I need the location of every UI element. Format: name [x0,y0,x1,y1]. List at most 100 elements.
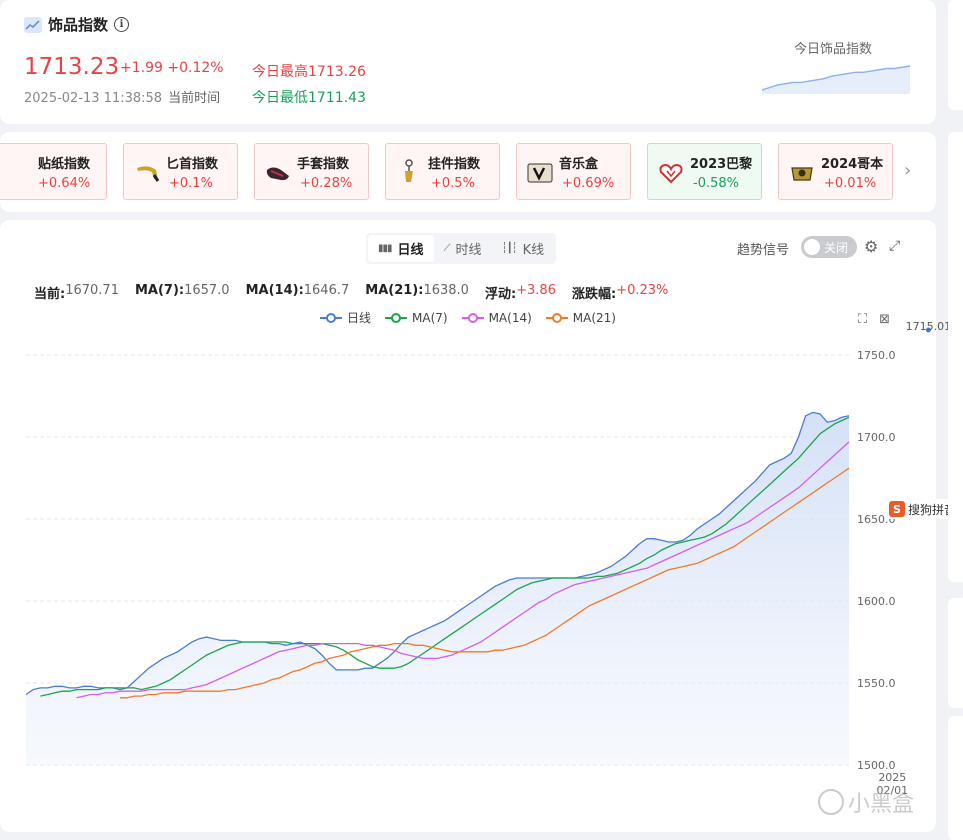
chart-tools: ⛶ ⊠ [858,312,890,327]
tab-kline[interactable]: ┆┃┆ K线 [492,235,555,262]
candlestick-icon: ┆┃┆ [501,243,518,254]
category-card-music-kit[interactable]: 音乐盒 +0.69% [516,143,631,200]
peak-label: 1715.01 [906,320,952,333]
x-tick-label: 2025 [878,771,906,784]
stat-label: 浮动: [484,287,517,302]
price-change-value: +1.99 [120,60,163,76]
timestamp-row: 2025-02-13 11:38:58 当前时间 [24,87,220,106]
tab-label: 时线 [455,243,482,258]
category-card-copenhagen-2024[interactable]: 2024哥本 +0.01% [778,143,893,200]
paris-2023-icon [658,162,684,184]
category-pct: -0.58% [693,176,739,191]
category-pct: +0.1% [169,176,213,191]
legend-marker [545,312,568,323]
index-header-card: 饰品指数 i 1713.23 +1.99 +0.12% 2025-02-13 1… [0,0,936,124]
zoom-reset-icon[interactable]: ⊠ [879,312,890,327]
chart-legend: 日线 MA(7) MA(14) MA(21) [320,309,616,326]
stat-ma14: 1646.7 [303,283,350,298]
legend-item[interactable]: 日线 [320,309,371,326]
category-pct: +0.5% [431,176,475,191]
category-card-paris-2023[interactable]: 2023巴黎 -0.58% [647,143,762,200]
category-pct: +0.64% [38,176,91,191]
category-card-sticker[interactable]: 贴纸指数 +0.64% [0,143,107,200]
y-tick-label: 1750.0 [857,349,896,362]
category-card-glove[interactable]: 手套指数 +0.28% [254,143,369,200]
chart-stats-row: 当前: 1670.71 MA(7): 1657.0 MA(14): 1646.7… [34,283,684,302]
legend-item[interactable]: MA(14) [461,309,532,326]
legend-label: MA(21) [572,310,616,325]
legend-marker [461,312,484,323]
legend-item[interactable]: MA(21) [545,309,616,326]
legend-marker [385,312,408,323]
stat-label: MA(21): [365,283,424,298]
copenhagen-2024-icon [789,162,815,184]
index-title: 饰品指数 [48,16,109,34]
stat-label: 涨跌幅: [571,287,617,302]
chevron-right-icon[interactable]: › [904,160,911,181]
series-area [26,412,849,765]
chart-trend-icon [24,16,42,33]
watermark-text: 小黑盒 [848,792,915,817]
current-price: 1713.23 [24,54,120,80]
glove-icon [265,162,291,184]
music-kit-icon [527,162,553,184]
category-card-knife[interactable]: 匕首指数 +0.1% [123,143,238,200]
category-name: 匕首指数 [166,157,219,172]
line-chart-icon: ⟋ [443,243,451,254]
gear-icon[interactable]: ⚙ [864,237,878,256]
stat-ma21: 1638.0 [423,283,469,298]
watermark-logo-icon [818,789,844,815]
trend-signal-toggle[interactable]: 关闭 [801,236,857,258]
mini-index-chart [761,65,911,94]
zoom-area-icon[interactable]: ⛶ [858,312,867,327]
side-panel-edge [948,132,963,582]
today-low: 今日最低1711.43 [252,90,366,106]
side-panel-edge [948,0,963,110]
price-change: +1.99 +0.12% [120,60,224,76]
price-change-pct: +0.12% [167,60,224,76]
tab-daily[interactable]: ▮▮▮ 日线 [368,235,434,262]
timestamp: 2025-02-13 11:38:58 [24,91,163,106]
category-name: 挂件指数 [428,157,481,172]
stat-pct: +0.23% [616,283,669,298]
category-pct: +0.01% [824,176,877,191]
category-name: 2024哥本 [821,157,884,172]
category-card-charm[interactable]: 挂件指数 +0.5% [385,143,500,200]
ime-logo-icon: S [889,501,905,517]
knife-icon [134,162,160,184]
info-icon[interactable]: i [114,17,130,32]
category-name: 贴纸指数 [38,157,91,172]
trend-signal-label: 趋势信号 [737,243,790,258]
bar-chart-icon: ▮▮▮ [378,243,392,254]
stat-label: 当前: [34,287,66,302]
category-pct: +0.69% [562,176,615,191]
today-high: 今日最高1713.26 [252,64,366,80]
tab-label: K线 [522,243,545,258]
side-panel-edge [948,716,963,840]
fullscreen-icon[interactable]: ⤢ [889,238,900,254]
stat-current: 1670.71 [65,283,119,298]
charm-icon [396,159,422,184]
legend-item[interactable]: MA(7) [385,309,448,326]
y-tick-label: 1700.0 [857,431,896,444]
stat-label: MA(14): [245,283,304,298]
mini-chart-label: 今日饰品指数 [794,42,873,57]
tab-hourly[interactable]: ⟋ 时线 [434,235,492,262]
timestamp-label: 当前时间 [168,91,221,106]
legend-label: MA(14) [488,310,532,325]
mini-chart-area [762,66,910,94]
legend-label: MA(7) [412,310,448,325]
category-name: 手套指数 [297,157,350,172]
legend-marker [320,312,342,323]
index-title-row: 饰品指数 i [24,14,130,35]
toggle-label: 关闭 [824,241,849,255]
y-tick-label: 1600.0 [857,595,896,608]
watermark: 小黑盒 [818,786,914,818]
stat-label: MA(7): [134,283,185,298]
index-line-chart: 1750.01700.01650.01600.01550.01500.02025… [25,320,951,797]
stat-float: +3.86 [516,283,556,298]
category-name: 2023巴黎 [690,157,753,172]
side-panel-edge [948,598,963,708]
stat-ma7: 1657.0 [184,283,230,298]
chart-period-tabs: ▮▮▮ 日线 ⟋ 时线 ┆┃┆ K线 [366,233,557,264]
